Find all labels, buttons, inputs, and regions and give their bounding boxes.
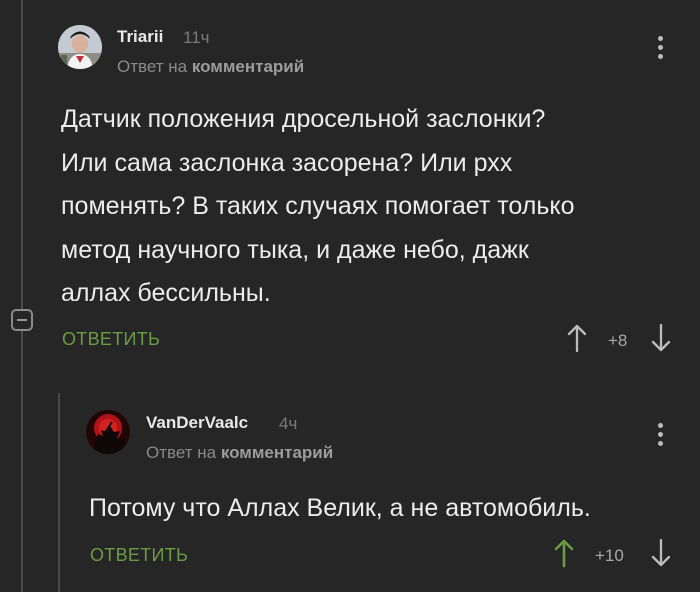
comment-body-line: метод научного тыка, и даже небо, дажк — [61, 235, 529, 264]
rating-score: +10 — [595, 546, 624, 565]
avatar[interactable] — [58, 25, 102, 69]
rating-score: +8 — [608, 331, 628, 350]
reply-button[interactable]: ОТВЕТИТЬ — [62, 329, 160, 350]
reply-to-link[interactable]: комментарий — [192, 57, 304, 76]
reply-to-link[interactable]: комментарий — [221, 443, 333, 462]
more-options-icon[interactable] — [658, 423, 664, 450]
username[interactable]: Triarii — [117, 27, 163, 47]
comment-body: Потому что Аллах Велик, а не автомобиль. — [89, 487, 689, 531]
comment-body-line: Или сама заслонка засорена? Или рхх — [61, 148, 513, 177]
comment-body-line: Потому что Аллах Велик, а не автомобиль. — [89, 494, 591, 522]
comment-body-line: Датчик положения дросельной заслонки? — [61, 105, 546, 133]
reply-to-prefix: Ответ на — [117, 57, 188, 76]
reply-to-line: Ответ на комментарий — [117, 57, 304, 77]
comment-body-line: поменять? В таких случаях помогает тольк… — [61, 192, 575, 220]
downvote-icon[interactable] — [651, 538, 671, 568]
thread-line-nested — [58, 393, 60, 592]
collapse-thread-button[interactable] — [11, 309, 33, 331]
thread-line — [21, 0, 23, 592]
reply-to-prefix: Ответ на — [146, 443, 217, 462]
comment-time: 4ч — [279, 414, 298, 433]
avatar[interactable] — [86, 410, 130, 454]
downvote-icon[interactable] — [651, 323, 671, 353]
username[interactable]: VanDerVaalc — [146, 413, 248, 433]
comment-body: Датчик положения дросельной заслонки? Ил… — [61, 98, 681, 316]
more-options-icon[interactable] — [658, 36, 664, 63]
comment-body-line: аллах бессильны. — [61, 279, 271, 307]
reply-to-line: Ответ на комментарий — [146, 443, 333, 463]
upvote-icon[interactable] — [567, 323, 587, 353]
reply-button[interactable]: ОТВЕТИТЬ — [90, 545, 188, 566]
upvote-icon[interactable] — [554, 538, 574, 568]
comment-time: 11ч — [183, 28, 210, 47]
